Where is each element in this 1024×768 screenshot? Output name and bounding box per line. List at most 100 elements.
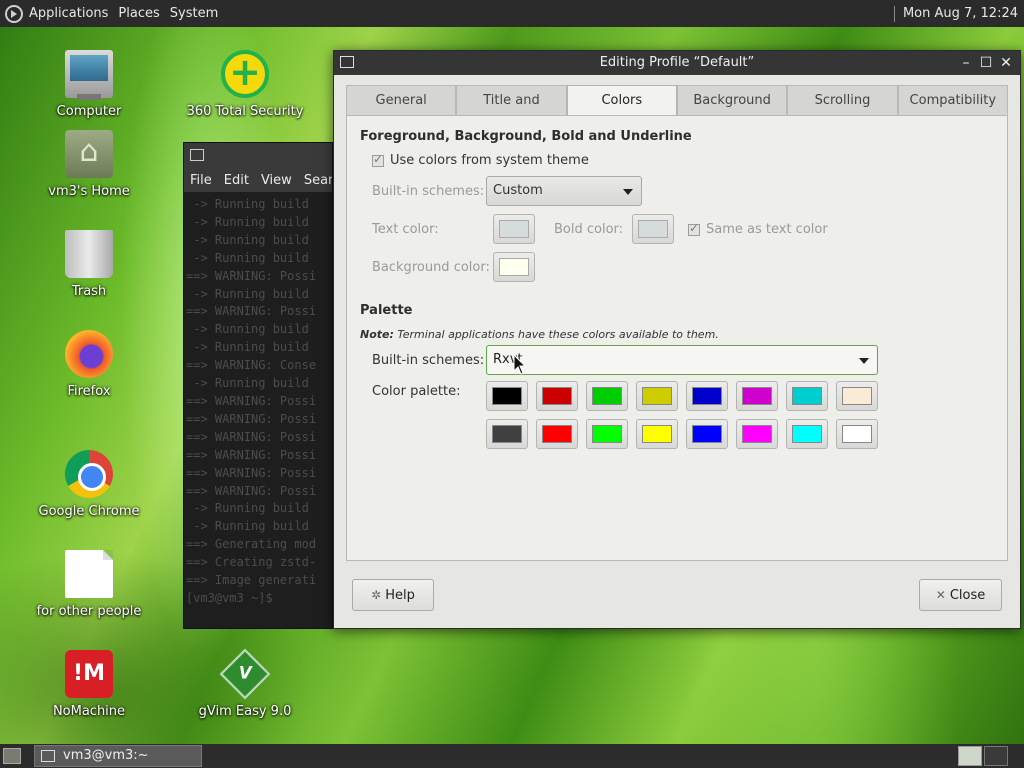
close-icon[interactable]: ✕: [996, 51, 1016, 75]
palette-color-button[interactable]: [486, 381, 528, 411]
mouse-pointer-icon: [513, 354, 527, 375]
palette-scheme-dropdown[interactable]: Rxvt: [486, 345, 878, 375]
menu-places[interactable]: Places: [118, 6, 159, 21]
palette-color-swatch: [692, 387, 722, 405]
distro-logo-icon[interactable]: [5, 4, 23, 23]
terminal-menu-file[interactable]: File: [190, 173, 212, 188]
palette-note: Note: Terminal applications have these c…: [360, 328, 719, 341]
terminal-output[interactable]: -> Running build -> Running build -> Run…: [184, 192, 332, 612]
terminal-line: [vm3@vm3 ~]$: [186, 590, 280, 605]
close-button[interactable]: ✕ Close: [919, 579, 1002, 611]
terminal-line: -> Running build: [186, 232, 309, 247]
help-button[interactable]: ✲ Help: [352, 579, 434, 611]
desktop-icon-gvim[interactable]: V gVim Easy 9.0: [170, 648, 320, 719]
dropdown-arrow-icon: [859, 358, 869, 364]
terminal-icon: [190, 149, 204, 161]
palette-color-swatch: [592, 425, 622, 443]
palette-color-button[interactable]: [586, 419, 628, 449]
panel-separator: [893, 5, 895, 22]
desktop-icon-label: NoMachine: [52, 704, 126, 719]
palette-color-button[interactable]: [536, 381, 578, 411]
terminal-line: ==> Generating mod: [186, 537, 317, 552]
text-color-button[interactable]: [493, 214, 535, 244]
terminal-line: -> Running build: [186, 376, 309, 391]
show-desktop-icon[interactable]: [3, 748, 21, 764]
workspace-1[interactable]: [958, 746, 982, 766]
section-title-palette: Palette: [360, 303, 413, 318]
desktop-icon-trash[interactable]: Trash: [14, 230, 164, 299]
help-icon: ✲: [371, 588, 382, 602]
terminal-menu-edit[interactable]: Edit: [224, 173, 249, 188]
trash-icon: [65, 230, 113, 278]
desktop-icon-chrome[interactable]: Google Chrome: [14, 450, 164, 519]
terminal-icon: [41, 750, 55, 762]
taskbar-item-terminal[interactable]: vm3@vm3:~: [34, 745, 202, 767]
palette-color-button[interactable]: [486, 419, 528, 449]
terminal-menu-search[interactable]: Search: [304, 173, 332, 188]
chrome-icon: [65, 450, 113, 498]
desktop-icon-label: gVim Easy 9.0: [198, 704, 292, 719]
terminal-titlebar[interactable]: [184, 143, 332, 168]
desktop-icon-360-security[interactable]: 360 Total Security: [170, 50, 320, 119]
palette-color-button[interactable]: [836, 419, 878, 449]
colors-panel: Foreground, Background, Bold and Underli…: [346, 115, 1008, 561]
fg-scheme-value: Custom: [493, 183, 543, 198]
desktop-icon-document[interactable]: for other people: [14, 550, 164, 619]
terminal-menu-view[interactable]: View: [261, 173, 292, 188]
color-palette-label: Color palette:: [372, 384, 461, 399]
terminal-line: ==> WARNING: Conse: [186, 358, 317, 373]
palette-color-button[interactable]: [686, 381, 728, 411]
desktop-icon-nomachine[interactable]: !M NoMachine: [14, 650, 164, 719]
palette-color-button[interactable]: [786, 381, 828, 411]
palette-schemes-label: Built-in schemes:: [372, 353, 485, 368]
desktop-icon-label: vm3's Home: [48, 184, 130, 199]
top-panel: Applications Places System Mon Aug 7, 12…: [0, 0, 1024, 27]
text-color-label: Text color:: [372, 222, 439, 237]
terminal-window[interactable]: File Edit View Search -> Running build -…: [183, 142, 333, 629]
tab-colors[interactable]: Colors: [566, 85, 677, 115]
palette-color-button[interactable]: [636, 419, 678, 449]
document-icon: [65, 550, 113, 598]
clock[interactable]: Mon Aug 7, 12:24: [903, 6, 1018, 21]
menu-system[interactable]: System: [170, 6, 218, 21]
desktop-icon-computer[interactable]: Computer: [14, 50, 164, 119]
menu-applications[interactable]: Applications: [29, 6, 108, 21]
palette-color-button[interactable]: [736, 381, 778, 411]
tab-title-and-command[interactable]: Title and Command: [456, 85, 567, 138]
palette-color-swatch: [542, 387, 572, 405]
desktop-icon-label: for other people: [36, 604, 142, 619]
dialog-title: Editing Profile “Default”: [599, 55, 755, 70]
minimize-icon[interactable]: –: [956, 51, 976, 75]
palette-color-button[interactable]: [586, 381, 628, 411]
home-folder-icon: [65, 130, 113, 178]
bold-color-button[interactable]: [632, 214, 674, 244]
builtin-schemes-label: Built-in schemes:: [372, 184, 485, 199]
desktop-icon-home[interactable]: vm3's Home: [14, 130, 164, 199]
tab-general[interactable]: General: [346, 85, 457, 115]
background-color-button[interactable]: [493, 252, 535, 282]
palette-color-swatch: [542, 425, 572, 443]
firefox-icon: [65, 330, 113, 378]
desktop-icon-firefox[interactable]: Firefox: [14, 330, 164, 399]
palette-color-button[interactable]: [686, 419, 728, 449]
fg-scheme-dropdown[interactable]: Custom: [486, 176, 642, 206]
palette-color-button[interactable]: [836, 381, 878, 411]
tab-scrolling[interactable]: Scrolling: [787, 85, 898, 115]
tab-compatibility[interactable]: Compatibility: [897, 85, 1008, 115]
palette-color-button[interactable]: [536, 419, 578, 449]
use-system-colors-checkbox[interactable]: Use colors from system theme: [372, 152, 589, 168]
gvim-icon: V: [219, 648, 271, 700]
desktop-icon-label: Computer: [56, 104, 122, 119]
palette-color-button[interactable]: [636, 381, 678, 411]
tab-background[interactable]: Background: [676, 85, 788, 115]
palette-color-button[interactable]: [736, 419, 778, 449]
same-as-text-checkbox[interactable]: Same as text color: [688, 221, 828, 237]
close-button-label: Close: [949, 588, 986, 603]
palette-color-button[interactable]: [786, 419, 828, 449]
nomachine-icon: !M: [65, 650, 113, 698]
dialog-titlebar[interactable]: Editing Profile “Default” – ☐ ✕: [334, 51, 1020, 75]
workspace-2[interactable]: [984, 746, 1008, 766]
use-system-colors-label: Use colors from system theme: [390, 153, 589, 168]
maximize-icon[interactable]: ☐: [976, 51, 996, 75]
help-button-label: Help: [385, 588, 415, 603]
